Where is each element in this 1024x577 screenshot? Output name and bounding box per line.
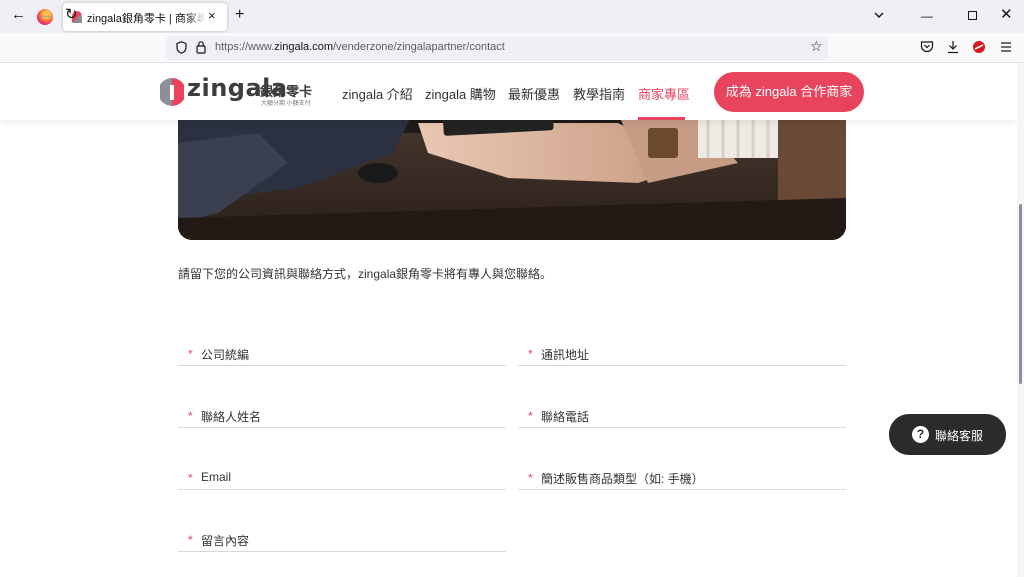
logo-tagline: 大額分期 小額支付 [261,101,311,107]
tracking-shield-icon[interactable] [176,41,187,54]
mailing-address-field[interactable]: * 通訊地址 [518,336,846,366]
email-field[interactable]: * Email [178,460,506,490]
nav-merchant-zone[interactable]: 商家專區 [638,84,690,103]
required-mark: * [188,409,193,423]
active-nav-underline [638,117,685,120]
contact-name-field[interactable]: * 聯絡人姓名 [178,398,506,428]
product-type-field[interactable]: * 簡述販售商品類型（如: 手機） [518,460,846,490]
bookmark-star-icon[interactable]: ☆ [810,38,823,55]
reload-button[interactable]: ↻ [65,6,78,24]
company-tax-id-field[interactable]: * 公司統編 [178,336,506,366]
tab-title: zingala銀角零卡 | 商家專人聯繫 [87,13,205,25]
downloads-icon[interactable] [946,40,960,54]
window-close-button[interactable]: ✕ [1000,5,1013,23]
contact-phone-field[interactable]: * 聯絡電話 [518,398,846,428]
new-tab-button[interactable]: + [235,6,244,24]
required-mark: * [528,347,533,361]
field-label: 留言內容 [201,534,250,548]
tab-close-icon[interactable]: × [208,8,216,23]
window-maximize-button[interactable] [968,11,977,20]
contact-support-button[interactable]: ? 聯絡客服 [889,414,1006,455]
site-header: zingala 銀角零卡 大額分期 小額支付 zingala 介紹 zingal… [0,63,1017,120]
window-minimize-button[interactable]: — [921,9,933,23]
field-label: 聯絡電話 [541,410,590,424]
browser-tab[interactable]: zingala銀角零卡 | 商家專人聯繫 × [63,3,227,31]
back-button[interactable]: ← [11,6,26,24]
field-label: 通訊地址 [541,348,590,362]
message-field[interactable]: * 留言內容 [178,522,506,552]
extension-icon[interactable] [972,40,986,54]
zingala-logo-mark-icon[interactable] [160,77,184,107]
lock-icon[interactable] [196,40,206,54]
field-label: 公司統編 [201,348,250,362]
required-mark: * [528,409,533,423]
required-mark: * [188,471,193,485]
intro-text: 請留下您的公司資訊與聯絡方式，zingala銀角零卡將有專人與您聯絡。 [178,267,553,281]
pocket-icon[interactable] [920,40,934,54]
scrollbar-thumb[interactable] [1019,204,1022,384]
nav-zingala-shopping[interactable]: zingala 購物 [425,84,496,103]
question-icon: ? [912,426,929,443]
field-label: 簡述販售商品類型（如: 手機） [541,472,704,486]
nav-tutorial-guide[interactable]: 教學指南 [573,84,625,103]
tab-list-chevron-icon[interactable] [873,9,885,21]
contact-support-label: 聯絡客服 [935,429,984,443]
field-label: 聯絡人姓名 [201,410,262,424]
nav-latest-offers[interactable]: 最新優惠 [508,84,560,103]
become-partner-button[interactable]: 成為 zingala 合作商家 [714,72,864,112]
nav-zingala-intro[interactable]: zingala 介紹 [342,84,413,103]
required-mark: * [188,347,193,361]
required-mark: * [188,533,193,547]
url-text[interactable]: https://www.zingala.com/venderzone/zinga… [215,41,505,53]
forward-button[interactable]: → [38,6,53,24]
page-viewport: zingala 銀角零卡 大額分期 小額支付 zingala 介紹 zingal… [0,63,1017,577]
field-label: Email [201,470,232,484]
hero-image [178,103,846,240]
required-mark: * [528,471,533,485]
menu-hamburger-icon[interactable] [999,40,1013,54]
